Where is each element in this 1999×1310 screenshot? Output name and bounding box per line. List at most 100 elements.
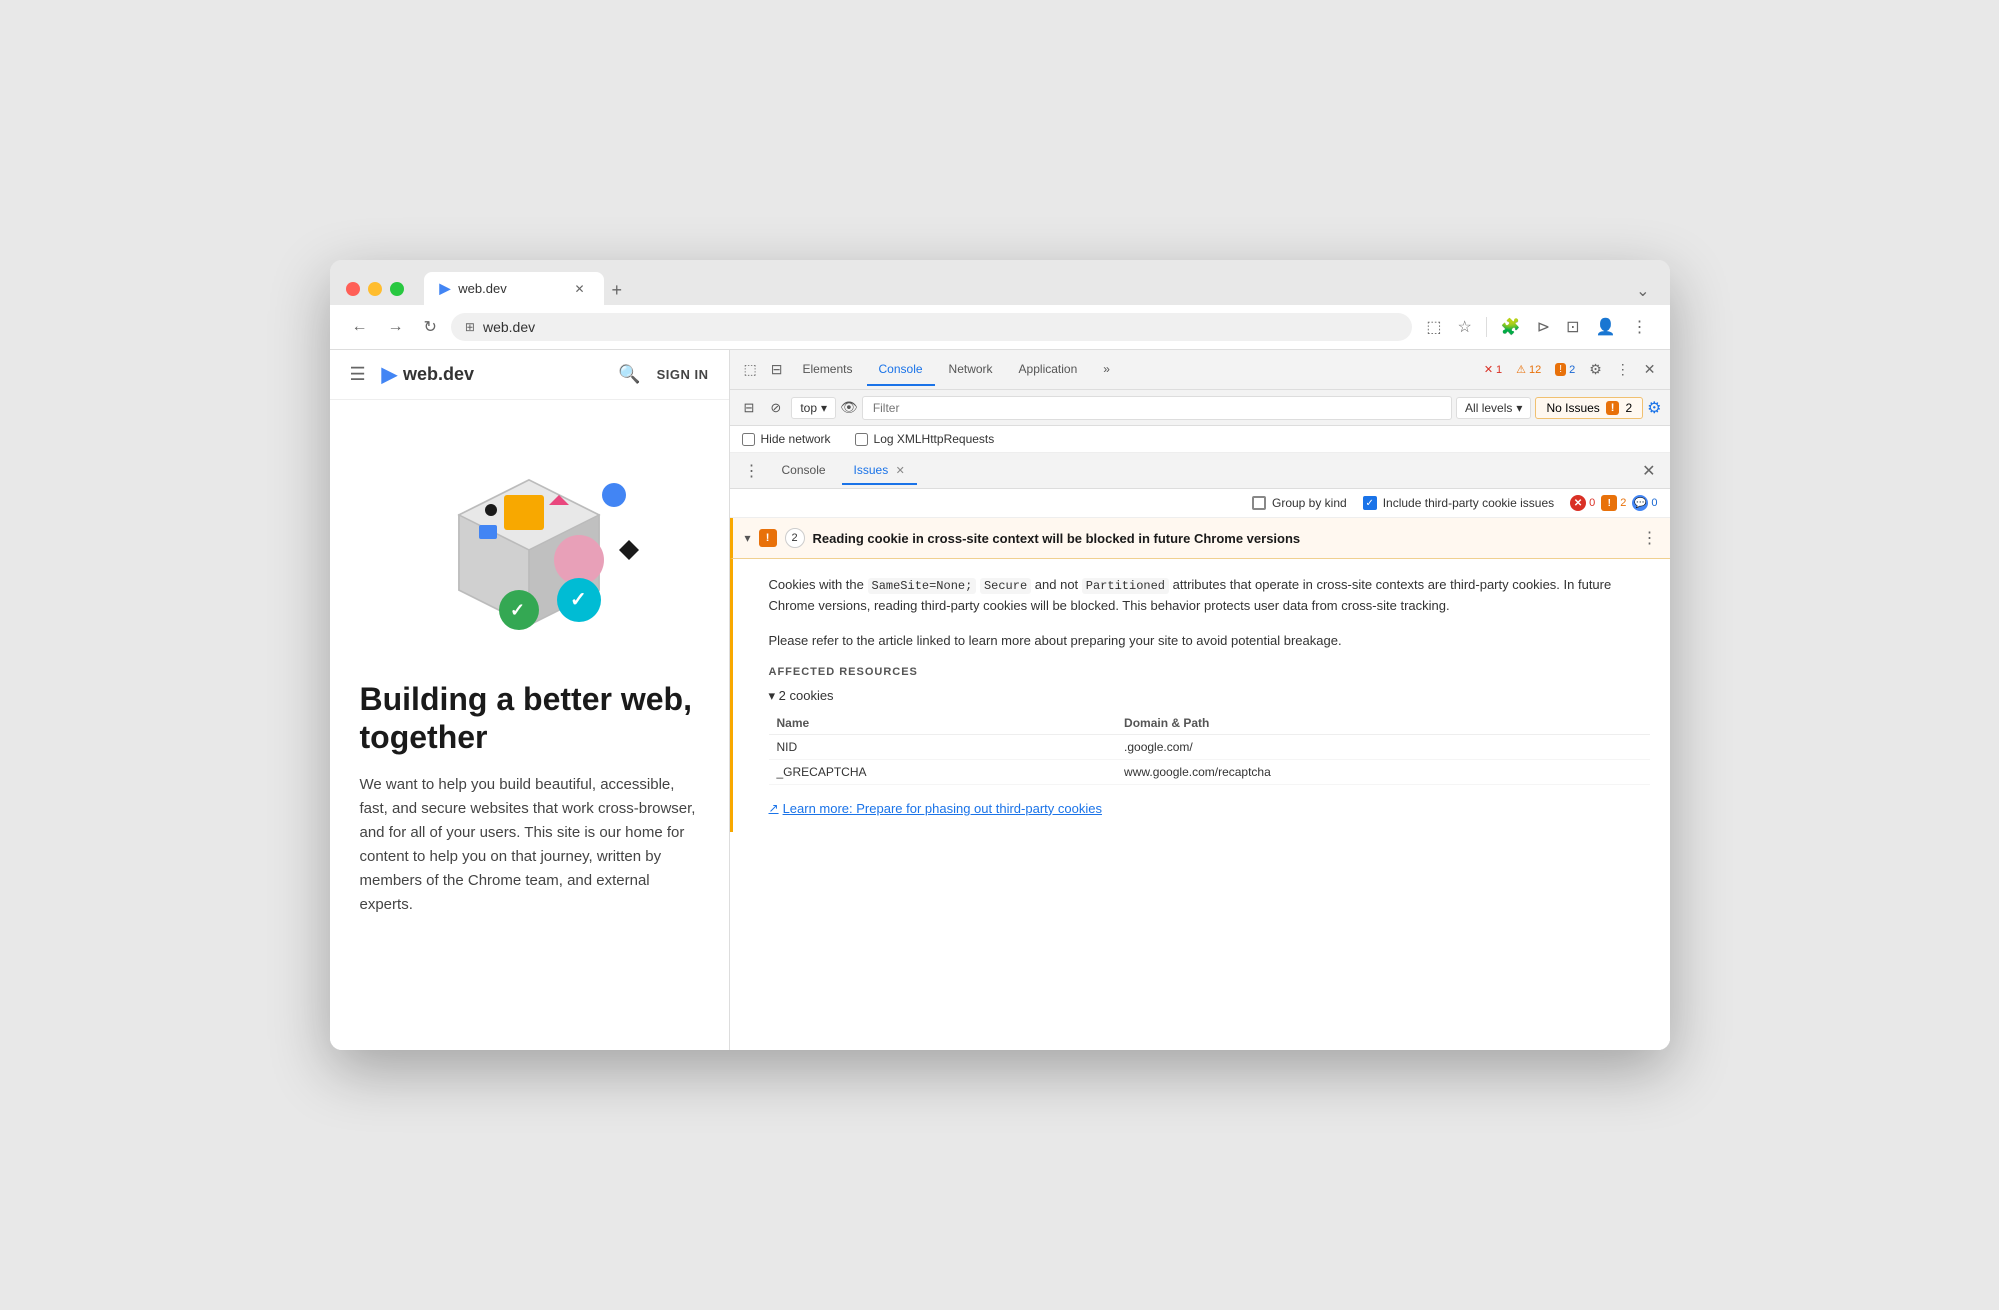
forward-button[interactable]: → xyxy=(382,314,410,340)
warn-icon: ⚠ xyxy=(1516,363,1526,376)
refresh-button[interactable]: ↻ xyxy=(418,313,443,341)
learn-more-anchor[interactable]: ↗ Learn more: Prepare for phasing out th… xyxy=(769,801,1650,816)
minimize-button[interactable] xyxy=(368,282,382,296)
log-xml-input[interactable] xyxy=(855,433,868,446)
issues-tab-more[interactable]: ⋮ xyxy=(738,457,766,485)
issues-panel-close[interactable]: ✕ xyxy=(1636,457,1661,485)
url-input[interactable]: ⊞ web.dev xyxy=(451,313,1412,341)
back-button[interactable]: ← xyxy=(346,314,374,340)
eye-icon[interactable]: 👁 xyxy=(840,399,858,416)
issue-section: ▾ ! 2 Reading cookie in cross-site conte… xyxy=(730,518,1670,1050)
cookie-name: NID xyxy=(769,734,1117,759)
extension-button[interactable]: 🧩 xyxy=(1495,313,1527,341)
error-badge-icon: ✕ xyxy=(1570,495,1586,511)
tab-more[interactable]: » xyxy=(1091,354,1122,386)
issues-tab-console[interactable]: Console xyxy=(770,457,838,485)
title-bar: ▶ web.dev ✕ + ⌄ xyxy=(330,260,1670,305)
more-button[interactable]: ⋮ xyxy=(1626,313,1654,341)
main-content: ☰ ▶ web.dev 🔍 SIGN IN xyxy=(330,350,1670,1050)
no-issues-count: 2 xyxy=(1625,401,1632,415)
info-badge-icon: 💬 xyxy=(1632,495,1648,511)
affected-label: AFFECTED RESOURCES xyxy=(769,666,1650,678)
warn-count: 12 xyxy=(1529,364,1541,376)
hide-network-input[interactable] xyxy=(742,433,755,446)
tab-network[interactable]: Network xyxy=(937,354,1005,386)
window-dropdown-icon[interactable]: ⌄ xyxy=(1632,277,1653,305)
devtools-button[interactable]: ⊳ xyxy=(1531,313,1556,341)
console-toolbar: ⊟ ⊘ top ▾ 👁 All levels ▾ No Issues ! 2 ⚙ xyxy=(730,390,1670,426)
sign-in-button[interactable]: SIGN IN xyxy=(657,367,709,382)
site-search-icon[interactable]: 🔍 xyxy=(618,364,640,385)
maximize-button[interactable] xyxy=(390,282,404,296)
log-xml-label: Log XMLHttpRequests xyxy=(874,432,995,446)
context-dropdown[interactable]: top ▾ xyxy=(791,397,836,419)
issue-info-count: 💬 0 xyxy=(1632,495,1657,511)
no-issues-badge[interactable]: No Issues ! 2 xyxy=(1535,397,1643,419)
profile-button[interactable]: 👤 xyxy=(1590,313,1622,341)
cookies-expand[interactable]: ▾ 2 cookies xyxy=(769,688,1650,704)
issues-tab-issues[interactable]: Issues ✕ xyxy=(842,457,917,485)
tab-close-button[interactable]: ✕ xyxy=(572,281,588,297)
code-partitioned: Partitioned xyxy=(1082,578,1169,594)
issues-tab-close[interactable]: ✕ xyxy=(896,465,905,477)
site-logo: ▶ web.dev xyxy=(382,362,474,387)
top-label: top xyxy=(800,401,817,415)
filter-input[interactable] xyxy=(862,396,1452,420)
include-third-party-label: Include third-party cookie issues xyxy=(1383,496,1554,510)
external-link-icon: ↗ xyxy=(769,801,779,815)
cookies-section: ▾ 2 cookies Name Domain & Path NID . xyxy=(769,688,1650,785)
screen-cast-button[interactable]: ⬚ xyxy=(1420,313,1447,341)
table-row: NID .google.com/ xyxy=(769,734,1650,759)
clear-console-button[interactable]: ⊘ xyxy=(764,397,787,419)
issue-warn-icon: ! xyxy=(759,529,777,547)
learn-more-text: Learn more: Prepare for phasing out thir… xyxy=(783,801,1102,816)
tab-logo-icon: ▶ xyxy=(440,280,451,297)
devtools-device-icon[interactable]: ⊟ xyxy=(765,357,789,382)
devtools-settings-button[interactable]: ⚙ xyxy=(1583,357,1608,382)
new-tab-button[interactable]: + xyxy=(604,276,631,305)
group-by-kind-label: Group by kind xyxy=(1272,496,1347,510)
devtools-inspect-icon[interactable]: ⬚ xyxy=(738,357,763,382)
url-security-icon: ⊞ xyxy=(465,320,475,334)
issue-header[interactable]: ▾ ! 2 Reading cookie in cross-site conte… xyxy=(730,518,1670,559)
issue-error-count: ✕ 0 xyxy=(1570,495,1595,511)
console-settings-icon[interactable]: ⚙ xyxy=(1647,398,1661,418)
error-icon: ✕ xyxy=(1484,363,1493,376)
group-by-kind-option[interactable]: Group by kind xyxy=(1252,496,1347,510)
website-panel: ☰ ▶ web.dev 🔍 SIGN IN xyxy=(330,350,730,1050)
sidebar-toggle-button[interactable]: ⊟ xyxy=(738,397,761,419)
browser-tab[interactable]: ▶ web.dev ✕ xyxy=(424,272,604,305)
hero-title: Building a better web, together xyxy=(360,680,699,757)
hamburger-menu[interactable]: ☰ xyxy=(350,364,366,385)
close-button[interactable] xyxy=(346,282,360,296)
issue-title: Reading cookie in cross-site context wil… xyxy=(813,531,1634,546)
log-level-dropdown[interactable]: All levels ▾ xyxy=(1456,397,1531,419)
split-button[interactable]: ⊡ xyxy=(1560,313,1585,341)
svg-text:✓: ✓ xyxy=(570,589,587,611)
url-bar: ← → ↻ ⊞ web.dev ⬚ ☆ 🧩 ⊳ ⊡ 👤 ⋮ xyxy=(330,305,1670,350)
code-secure: Secure xyxy=(980,578,1031,594)
issue-chevron-icon: ▾ xyxy=(745,531,751,545)
url-text: web.dev xyxy=(483,319,535,335)
hide-network-checkbox[interactable]: Hide network xyxy=(742,432,831,446)
issue-description: Cookies with the SameSite=None; Secure a… xyxy=(769,575,1650,617)
devtools-more-button[interactable]: ⋮ xyxy=(1610,357,1636,382)
warn-badge-icon: ! xyxy=(1601,495,1617,511)
devtools-close-button[interactable]: ✕ xyxy=(1638,357,1662,382)
include-third-party-option[interactable]: ✓ Include third-party cookie issues xyxy=(1363,496,1554,510)
bookmark-button[interactable]: ☆ xyxy=(1452,313,1478,341)
issue-body: Cookies with the SameSite=None; Secure a… xyxy=(730,559,1670,832)
learn-more-link[interactable]: ↗ Learn more: Prepare for phasing out th… xyxy=(769,801,1650,816)
tab-elements[interactable]: Elements xyxy=(790,354,864,386)
issue-count: 2 xyxy=(785,528,805,548)
issue-more-button[interactable]: ⋮ xyxy=(1642,528,1658,548)
cookie-domain: .google.com/ xyxy=(1116,734,1649,759)
group-by-kind-checkbox[interactable] xyxy=(1252,496,1266,510)
code-samesite: SameSite=None; xyxy=(868,578,977,594)
all-levels-label: All levels xyxy=(1465,401,1512,415)
tab-application[interactable]: Application xyxy=(1007,354,1090,386)
tab-console[interactable]: Console xyxy=(867,354,935,386)
warn-badge: ⚠ 12 xyxy=(1510,361,1547,378)
include-third-party-checkbox[interactable]: ✓ xyxy=(1363,496,1377,510)
log-xml-checkbox[interactable]: Log XMLHttpRequests xyxy=(855,432,995,446)
